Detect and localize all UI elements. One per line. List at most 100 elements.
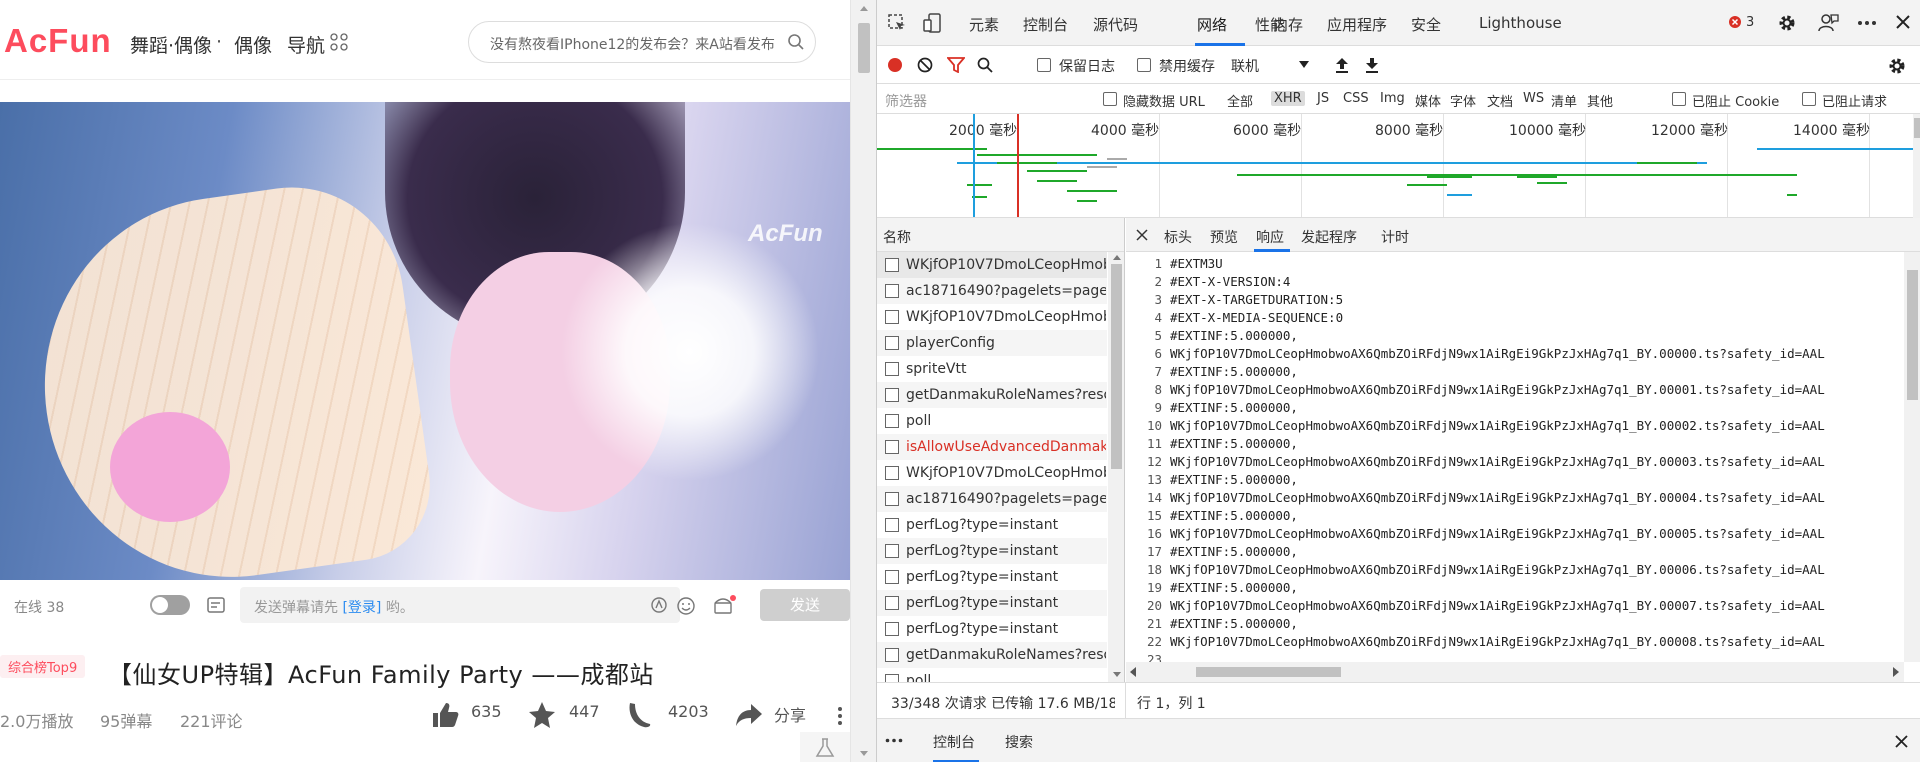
clear-icon[interactable]	[917, 57, 933, 73]
response-horizontal-scrollbar[interactable]	[1126, 662, 1904, 682]
request-row[interactable]: perfLog?type=instant	[877, 590, 1107, 616]
settings-gear-icon[interactable]	[1777, 13, 1797, 33]
tab-security[interactable]: 安全	[1411, 14, 1441, 35]
response-vertical-scrollbar[interactable]	[1904, 252, 1920, 662]
tab-lighthouse[interactable]: Lighthouse	[1479, 14, 1562, 32]
request-row[interactable]: ac18716490?pagelets=pagelet_game,pagelet…	[877, 486, 1107, 512]
request-row[interactable]: perfLog?type=instant	[877, 616, 1107, 642]
inspect-element-icon[interactable]	[887, 13, 907, 33]
network-overview[interactable]: 2000 毫秒 4000 毫秒 6000 毫秒 8000 毫秒 10000 毫秒…	[877, 114, 1920, 218]
request-list-scrollbar[interactable]	[1108, 252, 1124, 682]
detail-tab-timing[interactable]: 计时	[1381, 227, 1409, 247]
blocked-requests-checkbox[interactable]	[1802, 92, 1816, 106]
request-row[interactable]: playerConfig	[877, 330, 1107, 356]
request-row[interactable]: WKjfOP10V7DmoLCeopHmobwoAX6QmbZOiRFdjN9w…	[877, 460, 1107, 486]
filter-input[interactable]: 筛选器	[877, 88, 1087, 110]
danmaku-style-icon[interactable]	[650, 596, 668, 614]
request-row[interactable]: spriteVtt	[877, 356, 1107, 382]
tab-elements[interactable]: 元素	[969, 14, 999, 35]
name-column-header[interactable]: 名称	[877, 218, 1124, 252]
response-body[interactable]: 1 #EXTM3U 2 #EXT-X-VERSION:4 3 #EXT-X-TARGETD…	[1126, 252, 1904, 662]
response-hscroll-thumb[interactable]	[1196, 667, 1341, 677]
request-row[interactable]: getDanmakuRoleNames?resourceId=18716490	[877, 382, 1107, 408]
page-scrollbar[interactable]	[850, 0, 876, 762]
filter-type-all[interactable]: 全部	[1227, 91, 1253, 110]
request-row[interactable]: WKjfOP10V7DmoLCeopHmobwoAX6QmbZOiRFdjN9w…	[877, 252, 1107, 278]
request-row[interactable]: poll	[877, 408, 1107, 434]
detail-tab-headers[interactable]: 标头	[1164, 227, 1192, 247]
close-drawer-icon[interactable]	[1895, 735, 1908, 748]
search-icon[interactable]	[787, 33, 805, 51]
request-row[interactable]: getDanmakuRoleNames?resourceId=18716490	[877, 642, 1107, 668]
share-icon[interactable]	[734, 700, 764, 730]
request-row[interactable]: perfLog?type=instant	[877, 538, 1107, 564]
request-row[interactable]: poll	[877, 668, 1107, 682]
tab-application[interactable]: 应用程序	[1327, 14, 1387, 35]
request-row[interactable]: perfLog?type=instant	[877, 512, 1107, 538]
disable-cache-checkbox[interactable]	[1137, 58, 1151, 72]
drawer-tab-console[interactable]: 控制台	[933, 732, 975, 752]
feedback-icon[interactable]	[1817, 12, 1839, 34]
tab-sources[interactable]: 源代码	[1093, 14, 1138, 35]
response-vscroll-thumb[interactable]	[1907, 270, 1918, 400]
request-row[interactable]: perfLog?type=instant	[877, 564, 1107, 590]
danmaku-settings-icon[interactable]	[206, 596, 228, 616]
share-label[interactable]: 分享	[774, 702, 806, 726]
acfun-logo[interactable]: AcFun	[4, 22, 112, 60]
drawer-tab-search[interactable]: 搜索	[1005, 732, 1033, 752]
request-list-scrollbar-thumb[interactable]	[1111, 264, 1122, 469]
emoji-icon[interactable]	[676, 596, 696, 616]
scroll-down-arrow-icon[interactable]	[1113, 672, 1121, 677]
blocked-cookie-checkbox[interactable]	[1672, 92, 1686, 106]
scroll-right-arrow-icon[interactable]	[1892, 667, 1900, 677]
device-toolbar-icon[interactable]	[923, 12, 943, 34]
tab-network[interactable]: 网络	[1197, 14, 1227, 35]
detail-tab-preview[interactable]: 预览	[1210, 227, 1238, 247]
nav-guide[interactable]: 导航	[287, 31, 325, 58]
export-har-icon[interactable]	[1365, 57, 1379, 73]
send-danmaku-button[interactable]: 发送	[760, 589, 850, 621]
more-options-icon[interactable]	[836, 706, 844, 726]
comment-count[interactable]: 221评论	[180, 708, 243, 732]
filter-type-xhr[interactable]: XHR	[1271, 91, 1305, 106]
rank-badge[interactable]: 综合榜Top9	[0, 655, 86, 678]
request-row[interactable]: isAllowUseAdvancedDanmaku	[877, 434, 1107, 460]
filter-type-font[interactable]: 字体	[1450, 91, 1476, 110]
danmaku-input[interactable]: 发送弹幕请先 [登录] 哟。	[240, 587, 680, 623]
close-devtools-icon[interactable]	[1896, 15, 1910, 29]
error-icon[interactable]	[1728, 15, 1742, 29]
scroll-up-arrow-icon[interactable]	[1113, 255, 1121, 260]
nav-dance-idol[interactable]: 舞蹈·偶像	[130, 31, 212, 58]
search-network-icon[interactable]	[977, 57, 993, 73]
grid-menu-icon[interactable]	[330, 33, 348, 51]
scroll-down-arrow-icon[interactable]	[860, 751, 868, 756]
overview-scrollbar[interactable]	[1913, 114, 1920, 218]
tab-memory[interactable]: 内存	[1273, 14, 1303, 35]
filter-type-doc[interactable]: 文档	[1487, 91, 1513, 110]
detail-tab-response[interactable]: 响应	[1256, 227, 1284, 247]
scroll-left-arrow-icon[interactable]	[1129, 667, 1137, 677]
network-settings-icon[interactable]	[1887, 56, 1907, 76]
filter-type-media[interactable]: 媒体	[1415, 91, 1441, 110]
filter-type-js[interactable]: JS	[1317, 91, 1329, 106]
page-scrollbar-thumb[interactable]	[858, 23, 870, 73]
search-input[interactable]: 没有熬夜看IPhone12的发布会？来A站看发布	[468, 21, 816, 63]
filter-type-other[interactable]: 其他	[1587, 91, 1613, 110]
close-detail-icon[interactable]	[1136, 229, 1148, 241]
lab-button[interactable]	[800, 732, 850, 762]
throttle-select[interactable]: 联机	[1227, 53, 1317, 77]
drawer-menu-icon[interactable]	[885, 738, 903, 743]
like-icon[interactable]	[430, 700, 460, 730]
scroll-up-arrow-icon[interactable]	[860, 6, 868, 11]
filter-type-img[interactable]: Img	[1380, 91, 1405, 106]
preserve-log-checkbox[interactable]	[1037, 58, 1051, 72]
record-icon[interactable]	[887, 57, 903, 73]
video-player[interactable]: AcFun	[0, 102, 850, 580]
request-row[interactable]: WKjfOP10V7DmoLCeopHmobwoAX6QmbZOiRFdjN9w…	[877, 304, 1107, 330]
gift-icon[interactable]	[712, 594, 736, 616]
error-count[interactable]: 3	[1746, 15, 1754, 30]
filter-type-ws[interactable]: WS	[1523, 91, 1544, 106]
danmaku-toggle[interactable]	[150, 595, 190, 615]
filter-type-manifest[interactable]: 清单	[1551, 91, 1577, 110]
tab-console[interactable]: 控制台	[1023, 14, 1068, 35]
